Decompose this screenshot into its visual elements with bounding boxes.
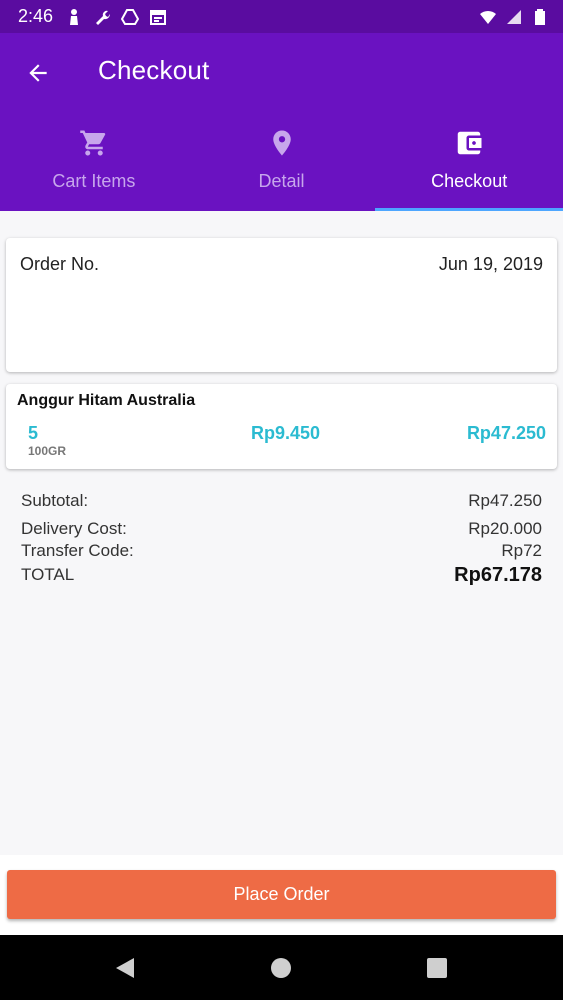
order-summary: Subtotal: Rp47.250 Delivery Cost: Rp20.0…: [21, 490, 542, 586]
tab-bar: Cart Items Detail Checkout: [0, 121, 563, 211]
delivery-cost-value: Rp20.000: [468, 519, 542, 538]
status-icons-right: [479, 8, 549, 26]
status-bar: 2:46: [0, 0, 563, 33]
status-time: 2:46: [18, 6, 54, 26]
item-quantity: 5: [28, 423, 39, 443]
item-total: Rp47.250: [466, 423, 546, 443]
wrench-icon: [96, 10, 111, 25]
subtotal-value: Rp47.250: [468, 491, 542, 510]
delivery-cost-row: Delivery Cost: Rp20.000: [21, 518, 542, 540]
signal-icon: [507, 9, 521, 24]
drive-icon: [121, 8, 140, 25]
tab-cart-items[interactable]: Cart Items: [0, 121, 188, 211]
transfer-code-label: Transfer Code:: [21, 541, 134, 560]
wallet-icon: [457, 131, 482, 155]
delivery-cost-label: Delivery Cost:: [21, 519, 127, 538]
back-triangle-icon: [116, 958, 134, 978]
transfer-code-value: Rp72: [501, 541, 542, 560]
tab-detail[interactable]: Detail: [188, 121, 376, 211]
page-title: Checkout: [98, 55, 210, 85]
tab-checkout[interactable]: Checkout: [375, 121, 563, 211]
tab-label: Detail: [258, 171, 305, 191]
list-item: Anggur Hitam Australia 5 100GR Rp9.450 R…: [6, 384, 557, 469]
back-button[interactable]: [20, 55, 56, 91]
subtotal-label: Subtotal:: [21, 491, 89, 510]
order-number-label: Order No.: [20, 254, 100, 274]
tab-label: Checkout: [431, 171, 508, 191]
location-pin-icon: [272, 130, 291, 156]
status-icons-left: [65, 8, 167, 26]
system-nav-bar: [0, 935, 563, 1000]
total-label: TOTAL: [21, 565, 75, 584]
arrow-back-icon: [29, 64, 47, 82]
app-bar: Checkout Cart Items Detail Checkout: [0, 33, 563, 211]
tab-label: Cart Items: [52, 171, 136, 191]
item-price: Rp9.450: [251, 423, 321, 443]
home-circle-icon: [271, 958, 291, 978]
battery-icon: [535, 8, 545, 25]
transfer-code-row: Transfer Code: Rp72: [21, 540, 542, 562]
recents-square-icon: [427, 958, 447, 978]
tab-indicator: [375, 208, 563, 211]
calendar-icon: [150, 9, 167, 25]
nav-back-button[interactable]: [112, 955, 138, 981]
notification-person-icon: [70, 8, 79, 25]
order-card: Order No. Jun 19, 2019: [6, 238, 557, 372]
order-date: Jun 19, 2019: [438, 254, 543, 274]
wifi-icon: [480, 10, 496, 24]
place-order-button[interactable]: Place Order: [7, 870, 556, 919]
nav-home-button[interactable]: [268, 955, 294, 981]
nav-recents-button[interactable]: [424, 955, 450, 981]
total-row: TOTAL Rp67.178: [21, 564, 542, 586]
total-value: Rp67.178: [454, 564, 542, 586]
cart-icon: [80, 130, 106, 156]
item-name: Anggur Hitam Australia: [17, 392, 196, 409]
subtotal-row: Subtotal: Rp47.250: [21, 490, 542, 512]
item-unit: 100GR: [28, 444, 67, 458]
